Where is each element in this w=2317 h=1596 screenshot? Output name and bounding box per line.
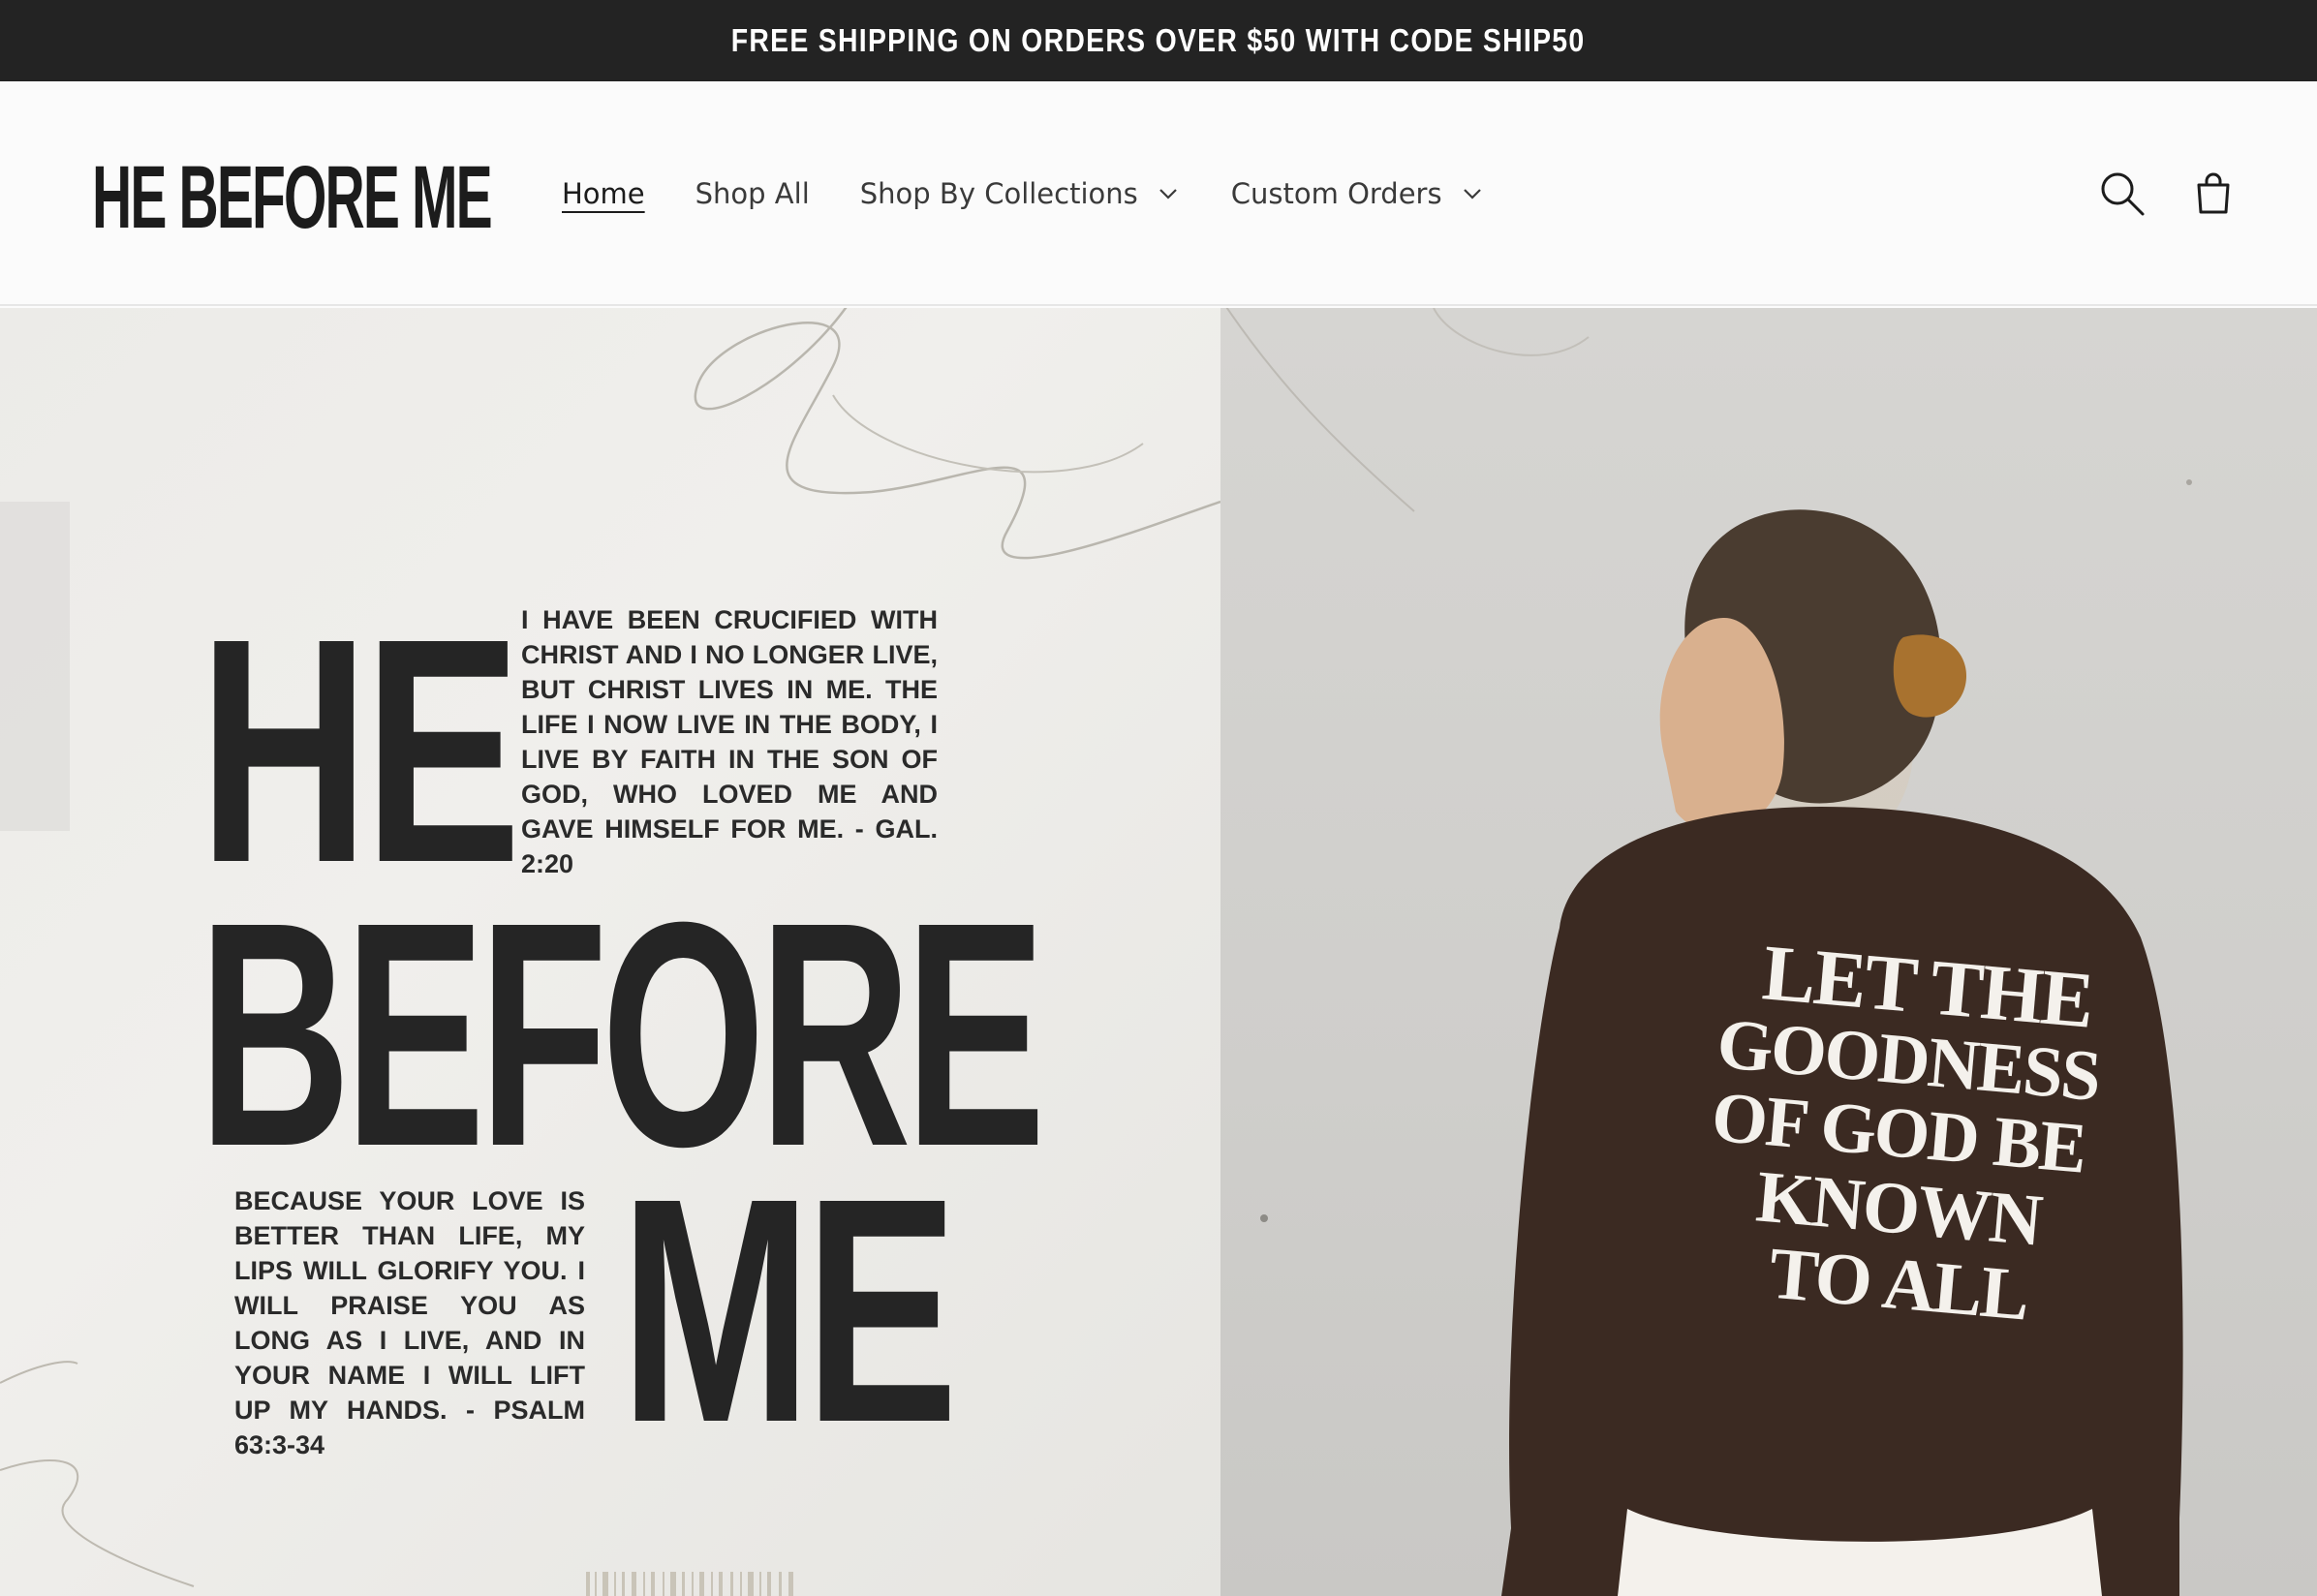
announcement-text: FREE SHIPPING ON ORDERS OVER $50 WITH CO… [731, 22, 1586, 58]
nav-shop-all-label: Shop All [695, 177, 810, 210]
main-nav: Home Shop All Shop By Collections Custom… [562, 81, 1535, 306]
cart-icon[interactable] [2183, 164, 2243, 224]
nav-home[interactable]: Home [562, 177, 645, 210]
poster-verse-bottom: Because your love is better than life, m… [234, 1186, 585, 1459]
nav-shop-by-collections[interactable]: Shop By Collections [860, 177, 1181, 210]
search-icon[interactable] [2092, 164, 2152, 224]
nav-custom-orders-label: Custom Orders [1230, 177, 1442, 210]
site-header: HE BEFORE ME Home Shop All Shop By Colle… [0, 81, 2317, 306]
chevron-down-icon [1158, 189, 1177, 200]
hero-poster-image: HE BEFORE ME I have been crucified with … [0, 308, 1220, 1596]
nav-shop-by-collections-label: Shop By Collections [859, 177, 1138, 210]
poster-verse-top: I have been crucified with Christ and I … [521, 605, 938, 878]
hero-model-photo: LET THE GOODNESS OF GOD BE KNOWN TO ALL [1220, 308, 2317, 1596]
poster-word-me: ME [620, 1131, 958, 1489]
hero-banner[interactable]: HE BEFORE ME I have been crucified with … [0, 308, 2317, 1596]
nav-custom-orders[interactable]: Custom Orders [1231, 177, 1485, 210]
site-logo[interactable]: HE BEFORE ME [92, 149, 493, 246]
nav-shop-all[interactable]: Shop All [695, 177, 810, 210]
announcement-bar: FREE SHIPPING ON ORDERS OVER $50 WITH CO… [0, 0, 2317, 81]
nav-home-label: Home [562, 177, 645, 210]
chevron-down-icon [1463, 189, 1481, 200]
